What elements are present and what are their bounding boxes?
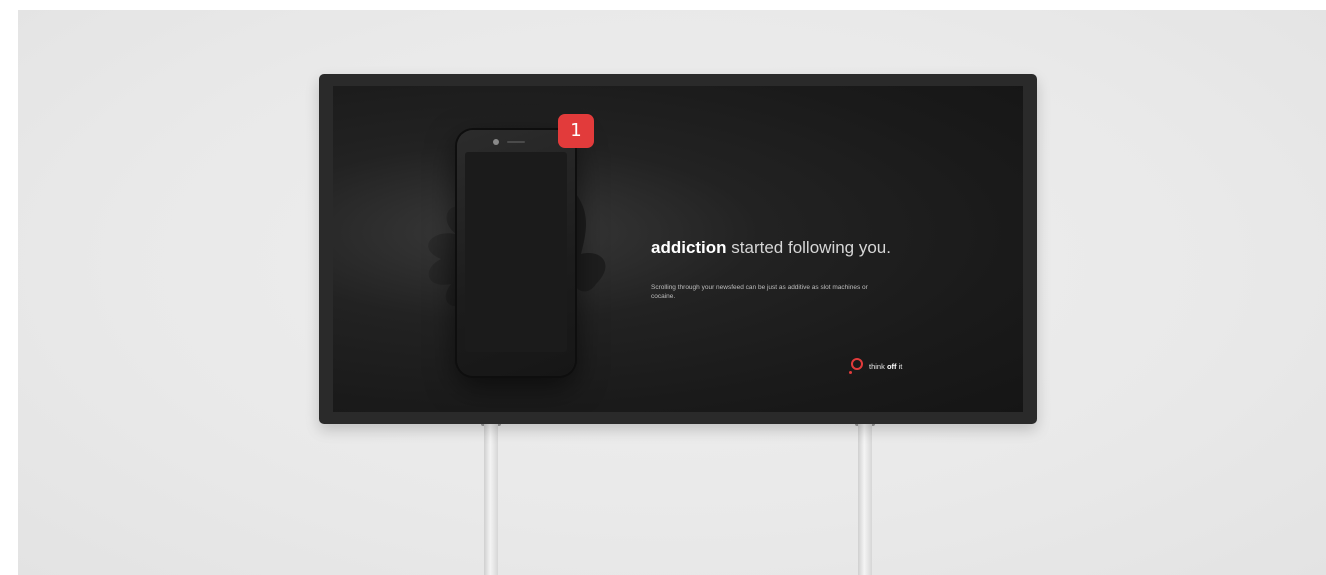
headline-strong: addiction xyxy=(651,238,727,257)
display-screen: 1 addiction started following you. Scrol… xyxy=(333,86,1023,412)
brand-logo-icon xyxy=(849,358,863,374)
phone-screen xyxy=(465,152,567,352)
phone-camera xyxy=(493,139,499,145)
brand-ring xyxy=(851,358,863,370)
brand-bold: off xyxy=(886,361,897,371)
headline-light: started following you. xyxy=(726,238,891,257)
phone-icon xyxy=(457,130,575,376)
brand-suffix: it xyxy=(896,361,903,371)
display-monitor: 1 addiction started following you. Scrol… xyxy=(319,74,1037,424)
phone-speaker xyxy=(507,141,525,143)
brand-prefix: think xyxy=(869,361,887,371)
headline: addiction started following you. xyxy=(651,238,891,258)
subtext: Scrolling through your newsfeed can be j… xyxy=(651,284,868,300)
brand-text: think off it xyxy=(869,362,902,371)
brand-logo: think off it xyxy=(849,354,902,378)
stand-leg-left xyxy=(484,420,498,575)
brand-dot xyxy=(849,371,852,374)
stand-leg-right xyxy=(858,420,872,575)
notification-badge-icon: 1 xyxy=(558,114,594,148)
